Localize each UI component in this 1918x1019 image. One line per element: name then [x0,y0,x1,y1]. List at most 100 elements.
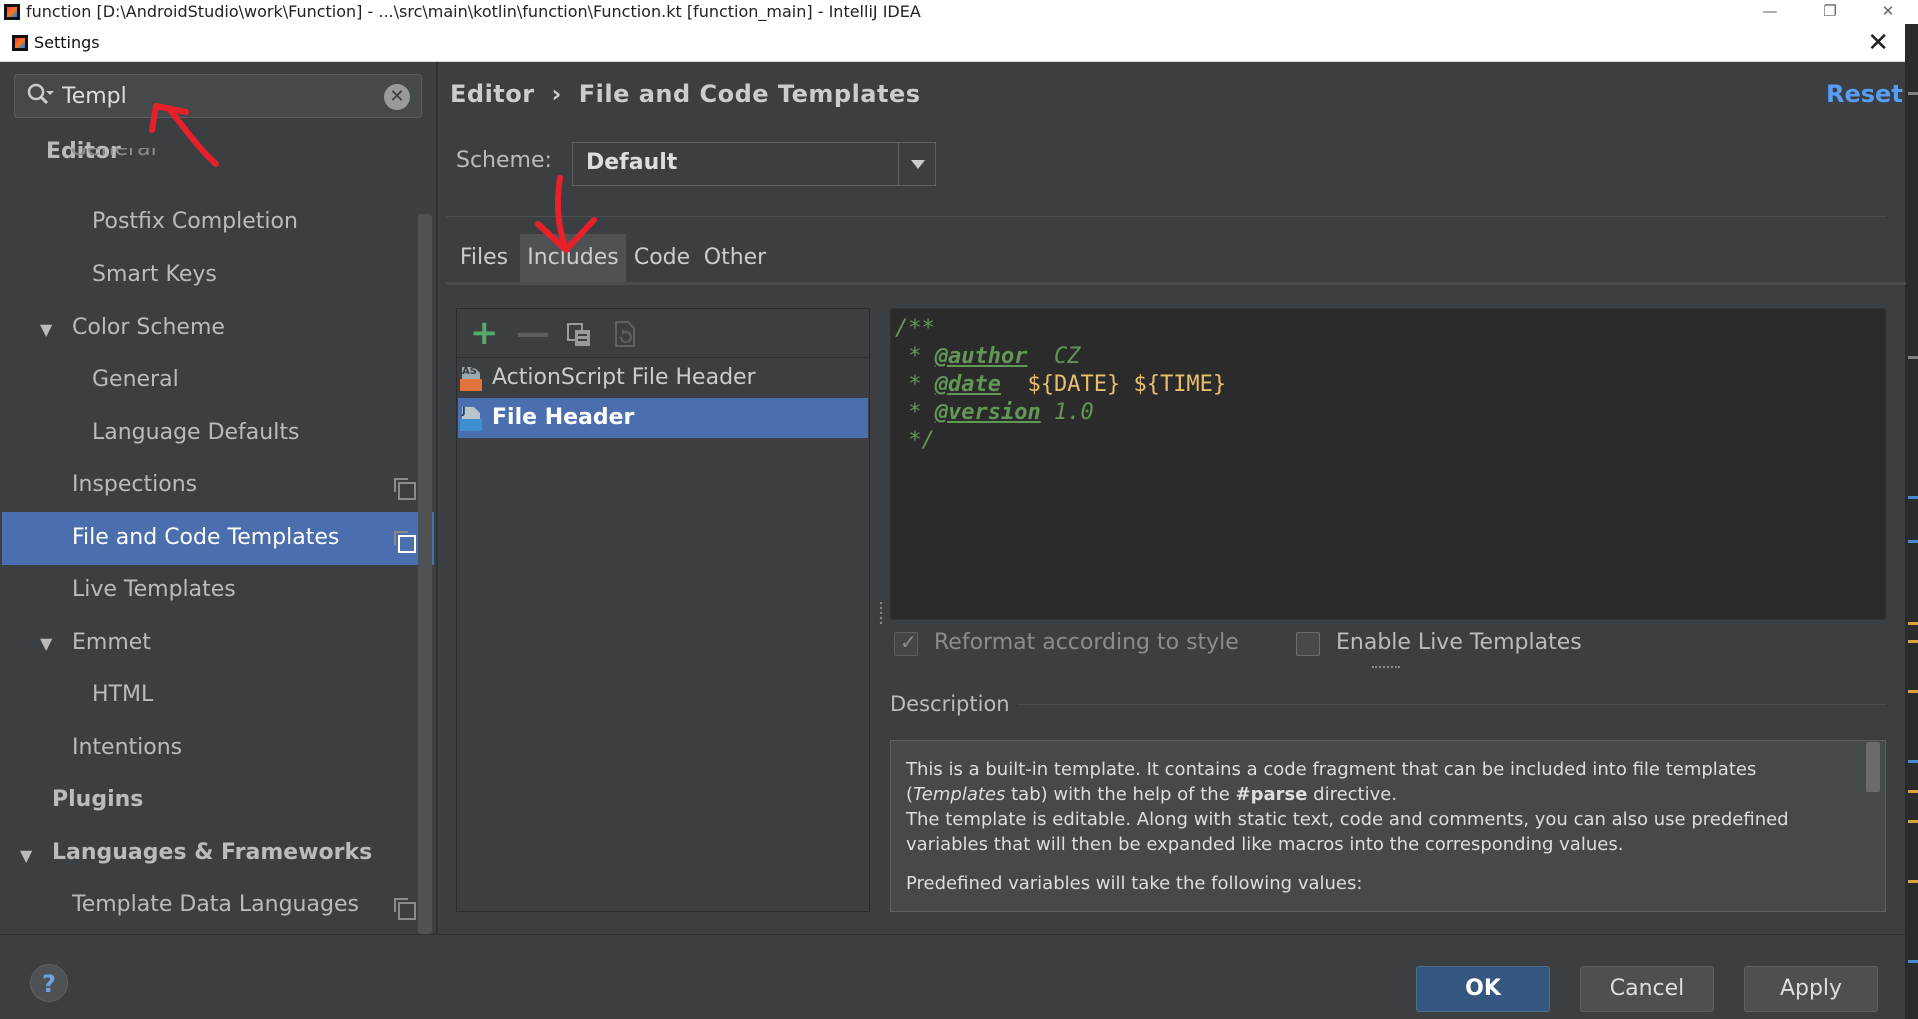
stripe-marker [1908,356,1918,359]
code-line-5: */ [895,428,935,453]
desc-text: directive. [1307,784,1398,805]
desc-italic: Templates [913,784,1006,805]
template-code-editor[interactable]: /** * @author CZ * @date ${DATE} ${TIME}… [890,308,1886,620]
clear-search-icon[interactable]: ✕ [384,84,410,110]
breadcrumb-separator: › [551,80,562,108]
expand-arrow-icon[interactable]: ▼ [40,634,52,653]
tree-item-emmet[interactable]: Emmet [72,617,151,669]
cancel-button[interactable]: Cancel [1580,966,1714,1012]
tree-item-general-partial[interactable]: General [70,148,157,178]
dialog-close-icon[interactable]: ✕ [1867,28,1889,58]
tree-item-intentions[interactable]: Intentions [72,722,182,774]
reformat-label[interactable]: Reformat according to style [934,630,1239,655]
settings-search-input[interactable] [62,76,372,116]
reset-link[interactable]: Reset [1826,80,1903,108]
tree-item-languages-frameworks[interactable]: Languages & Frameworks [52,827,372,879]
intellij-logo-icon [12,35,28,51]
project-settings-icon [394,531,416,553]
enable-live-templates-label[interactable]: Enable Live Templates [1336,630,1582,655]
restore-icon[interactable]: ❐ [1810,0,1850,24]
description-panel[interactable]: This is a built-in template. It contains… [890,740,1886,912]
stripe-marker [1908,760,1918,763]
minimize-icon[interactable]: — [1750,0,1790,24]
search-icon[interactable] [26,82,54,110]
divider [446,216,1886,217]
stripe-marker [1908,496,1918,499]
splitter-handle[interactable] [878,600,884,626]
add-template-icon[interactable]: + [470,316,499,350]
tree-item-language-defaults[interactable]: Language Defaults [92,407,299,459]
stripe-marker [1908,640,1918,643]
desc-text: tab) with the help of the [1005,784,1236,805]
code-tag-author: @author [934,344,1028,369]
enable-live-templates-checkbox[interactable] [1296,632,1320,656]
tree-item-smart-keys[interactable]: Smart Keys [92,249,217,301]
tree-item-general-partial-label: General [70,148,157,161]
dialog-title: Settings [34,33,100,52]
sidebar-scrollbar[interactable] [418,214,432,934]
scheme-label: Scheme: [456,148,552,173]
code-var-date: ${DATE} [1027,372,1121,397]
code-prefix: * [895,400,935,425]
remove-template-icon[interactable]: — [516,316,550,350]
description-paragraph: This is a built-in template. It contains… [906,757,1825,857]
window-close-icon[interactable]: ✕ [1868,0,1908,24]
tree-item-postfix-completion[interactable]: Postfix Completion [92,196,298,248]
settings-title-bar: Settings ✕ [0,24,1905,62]
tabs-underline [446,282,1906,285]
breadcrumb: Editor › File and Code Templates [450,80,921,108]
tree-item-template-data-languages[interactable]: Template Data Languages [72,879,359,931]
tree-item-color-scheme-general[interactable]: General [92,354,179,406]
code-var-time: ${TIME} [1133,372,1227,397]
copy-template-icon[interactable] [566,322,592,348]
project-settings-icon [394,898,416,920]
description-scrollbar[interactable] [1866,742,1880,792]
intellij-logo-icon [4,4,20,20]
stripe-marker [1908,92,1918,95]
tree-item-file-and-code-templates[interactable]: File and Code Templates [72,512,339,564]
expand-arrow-icon[interactable]: ▼ [40,320,52,339]
tab-includes[interactable]: Includes [520,234,626,282]
template-item-file-header[interactable]: J File Header [458,398,868,438]
stripe-marker [1908,622,1918,625]
tree-item-plugins[interactable]: Plugins [52,774,143,826]
desc-bold: #parse [1235,784,1308,805]
chevron-down-icon[interactable] [898,143,936,185]
ok-button[interactable]: OK [1416,966,1550,1012]
tree-item-html[interactable]: HTML [92,669,153,721]
reset-to-default-icon[interactable] [612,320,638,348]
apply-button[interactable]: Apply [1744,966,1878,1012]
editor-error-stripe [1905,24,1918,1018]
code-line-1: /** [895,316,935,341]
code-author-value: CZ [1027,344,1081,369]
checkmark-icon: ✓ [900,630,917,654]
tree-item-color-scheme[interactable]: Color Scheme [72,302,225,354]
code-prefix: * [895,344,935,369]
template-item-actionscript[interactable]: AS ActionScript File Header [458,358,868,398]
ide-title-bar: function [D:\AndroidStudio\work\Function… [0,0,1918,24]
code-prefix: * [895,372,935,397]
tab-code[interactable]: Code [628,234,696,282]
stripe-marker [1908,790,1918,793]
breadcrumb-editor: Editor [450,80,535,108]
stripe-marker [1908,960,1918,963]
description-title: Description [890,692,1010,716]
tree-item-live-templates[interactable]: Live Templates [72,564,236,616]
tree-item-inspections[interactable]: Inspections [72,459,197,511]
resize-grip[interactable] [1372,666,1400,674]
stripe-marker [1908,820,1918,823]
tab-files[interactable]: Files [450,234,518,282]
project-settings-icon [394,478,416,500]
code-version-value: 1.0 [1040,400,1094,425]
template-item-label: File Header [492,405,635,430]
tab-other[interactable]: Other [698,234,772,282]
template-item-label: ActionScript File Header [492,365,756,390]
description-paragraph: Predefined variables will take the follo… [906,873,1363,894]
code-tag-date: @date [934,372,1001,397]
expand-arrow-icon[interactable]: ▼ [20,846,32,865]
breadcrumb-file-code-templates: File and Code Templates [578,80,921,108]
code-tag-version: @version [934,400,1041,425]
help-button[interactable]: ? [30,964,68,1002]
